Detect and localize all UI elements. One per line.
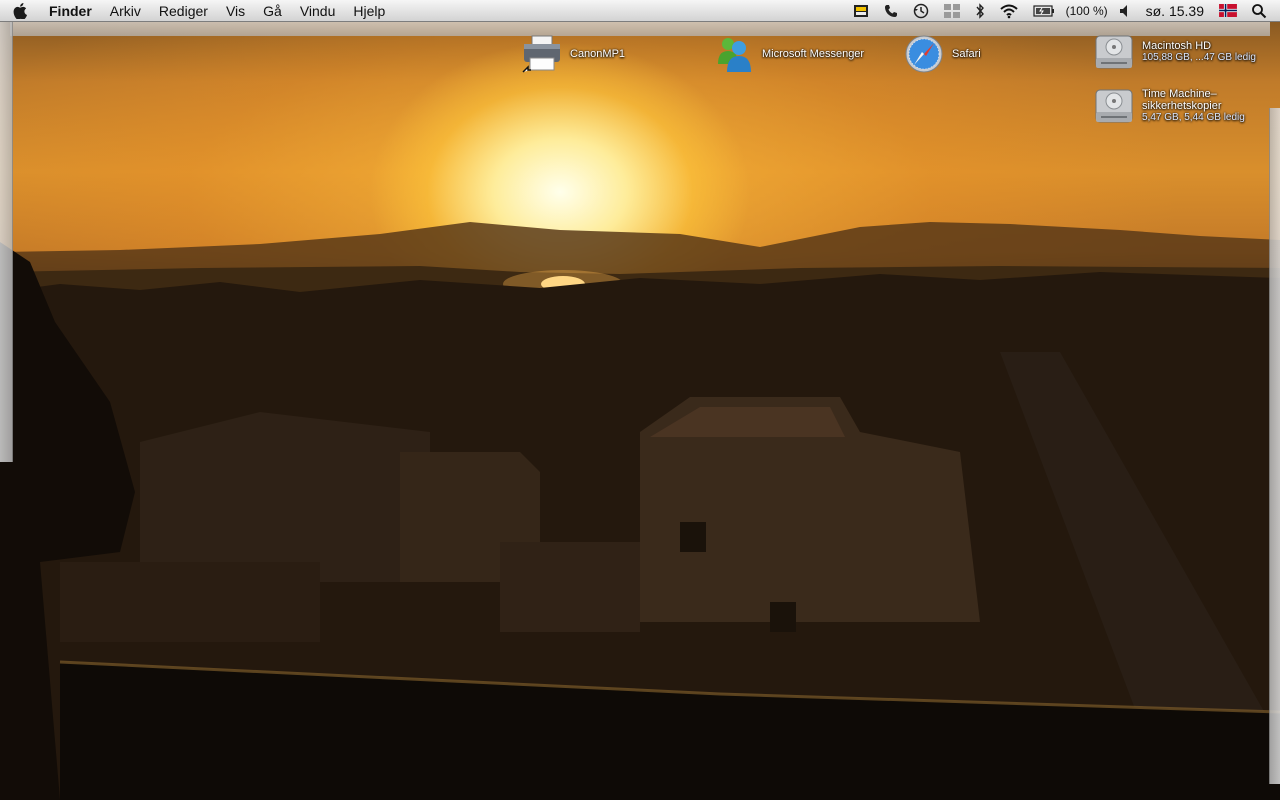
desktop-icon-label: CanonMP1 xyxy=(570,48,626,60)
wifi-icon[interactable] xyxy=(992,0,1026,22)
phone-icon[interactable] xyxy=(876,0,906,22)
battery-icon[interactable] xyxy=(1026,0,1062,22)
hard-drive-icon xyxy=(1092,86,1136,126)
sunset-landscape-image xyxy=(0,222,1280,800)
background-window-frame-right xyxy=(1269,108,1280,784)
desktop-icon-canonmp1[interactable]: CanonMP1 xyxy=(520,34,625,74)
background-window-frame-left xyxy=(0,22,13,462)
menu-extras: (100 %) sø. 15.39 xyxy=(846,0,1280,22)
spaces-icon[interactable] xyxy=(936,0,968,22)
menu-app-name[interactable]: Finder xyxy=(40,0,101,22)
desktop-icon-label: Microsoft Messenger xyxy=(762,48,865,60)
menu-clock[interactable]: sø. 15.39 xyxy=(1138,3,1212,19)
menu-bar: Finder Arkiv Rediger Vis Gå Vindu Hjelp … xyxy=(0,0,1280,22)
menu-ga[interactable]: Gå xyxy=(254,0,291,22)
menu-extra-icon[interactable] xyxy=(846,0,876,22)
drive-capacity: 105,88 GB, ...47 GB ledig xyxy=(1142,52,1256,63)
desktop-wallpaper xyxy=(0,22,1280,800)
background-window-frame-top xyxy=(10,22,1270,36)
drive-label: Macintosh HD 105,88 GB, ...47 GB ledig xyxy=(1142,40,1256,64)
menu-hjelp[interactable]: Hjelp xyxy=(344,0,394,22)
bluetooth-icon[interactable] xyxy=(968,0,992,22)
drive-capacity: 5,47 GB, 5,44 GB ledig xyxy=(1142,112,1245,123)
menu-vindu[interactable]: Vindu xyxy=(291,0,345,22)
norwegian-flag-icon[interactable] xyxy=(1212,0,1244,22)
menu-arkiv[interactable]: Arkiv xyxy=(101,0,150,22)
spotlight-search-icon[interactable] xyxy=(1244,0,1274,22)
desktop-icon-label: Safari xyxy=(952,48,981,60)
drive-name-line1: Time Machine– xyxy=(1142,88,1217,100)
battery-percent[interactable]: (100 %) xyxy=(1062,4,1112,18)
hard-drive-icon xyxy=(1092,32,1136,72)
menu-vis[interactable]: Vis xyxy=(217,0,254,22)
drive-label: Time Machine– sikkerhetskopier 5,47 GB, … xyxy=(1142,88,1245,124)
drive-name-line2: sikkerhetskopier xyxy=(1142,100,1222,112)
desktop-icon-macintosh-hd[interactable]: Macintosh HD 105,88 GB, ...47 GB ledig xyxy=(1092,32,1256,72)
printer-icon xyxy=(520,34,564,74)
messenger-icon xyxy=(712,34,756,74)
desktop-icon-time-machine-backup[interactable]: Time Machine– sikkerhetskopier 5,47 GB, … xyxy=(1092,86,1245,126)
safari-compass-icon xyxy=(902,34,946,74)
desktop-icon-microsoft-messenger[interactable]: Microsoft Messenger xyxy=(712,34,864,74)
menu-rediger[interactable]: Rediger xyxy=(150,0,217,22)
time-machine-icon[interactable] xyxy=(906,0,936,22)
apple-logo-icon[interactable] xyxy=(0,0,40,22)
volume-icon[interactable] xyxy=(1112,0,1138,22)
desktop-icon-safari[interactable]: Safari xyxy=(902,34,981,74)
drive-name: Macintosh HD xyxy=(1142,40,1212,52)
